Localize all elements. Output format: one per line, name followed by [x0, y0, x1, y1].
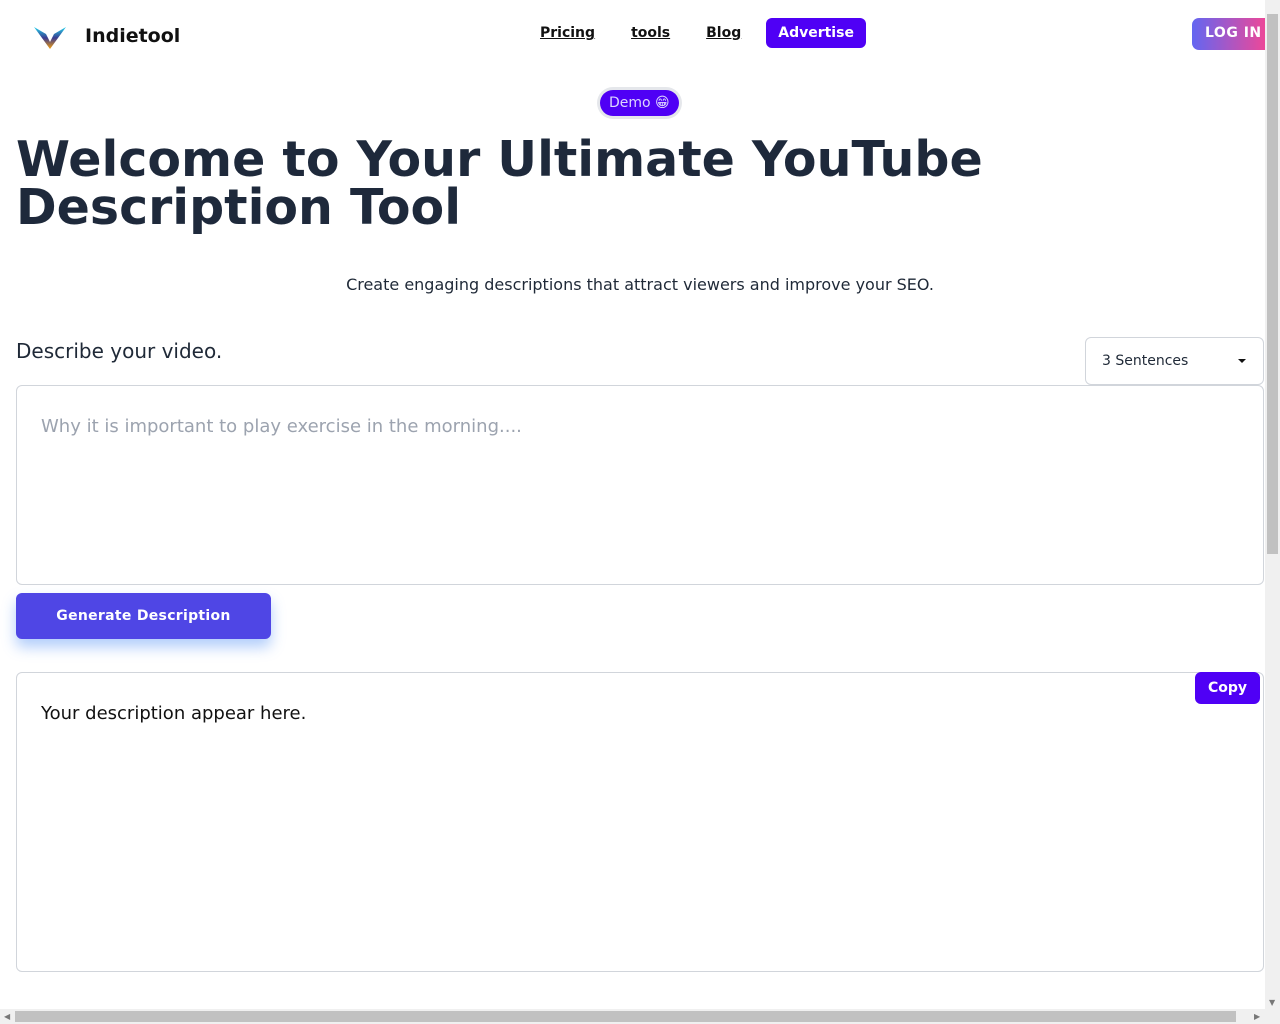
- nav-tools[interactable]: tools: [631, 25, 670, 41]
- scroll-left-icon[interactable]: ◀: [4, 1012, 10, 1021]
- sentence-count-select[interactable]: 3 Sentences: [1085, 337, 1264, 385]
- output-placeholder: Your description appear here.: [41, 703, 307, 724]
- logo[interactable]: Indietool: [32, 22, 180, 50]
- brand-name: Indietool: [85, 25, 181, 47]
- input-placeholder: Why it is important to play exercise in …: [41, 416, 522, 437]
- vertical-scrollbar[interactable]: ▼: [1265, 0, 1280, 1009]
- main-nav: Pricing tools Blog Advertise: [540, 18, 866, 48]
- scroll-right-icon[interactable]: ▶: [1254, 1012, 1260, 1021]
- scrollbar-thumb[interactable]: [1267, 14, 1278, 554]
- page-title: Welcome to Your Ultimate YouTube Descrip…: [16, 131, 983, 236]
- login-button[interactable]: LOG IN: [1192, 18, 1265, 50]
- page-subtitle: Create engaging descriptions that attrac…: [346, 275, 934, 294]
- page: Indietool Pricing tools Blog Advertise L…: [0, 0, 1265, 1009]
- horizontal-scrollbar[interactable]: ◀ ▶: [0, 1009, 1280, 1024]
- selected-value: 3 Sentences: [1102, 353, 1189, 369]
- nav-pricing[interactable]: Pricing: [540, 25, 595, 41]
- nav-blog[interactable]: Blog: [706, 25, 741, 41]
- input-label: Describe your video.: [16, 339, 223, 363]
- demo-badge: Demo 😁: [600, 90, 679, 116]
- advertise-button[interactable]: Advertise: [766, 18, 866, 48]
- video-description-input[interactable]: Why it is important to play exercise in …: [16, 385, 1264, 585]
- description-output[interactable]: Your description appear here.: [16, 672, 1264, 972]
- scrollbar-thumb[interactable]: [15, 1011, 1236, 1022]
- scroll-down-icon[interactable]: ▼: [1269, 998, 1275, 1007]
- chevron-down-icon: [1238, 359, 1246, 363]
- generate-description-button[interactable]: Generate Description: [16, 593, 271, 639]
- copy-button[interactable]: Copy: [1195, 672, 1260, 704]
- logo-icon: [34, 27, 66, 49]
